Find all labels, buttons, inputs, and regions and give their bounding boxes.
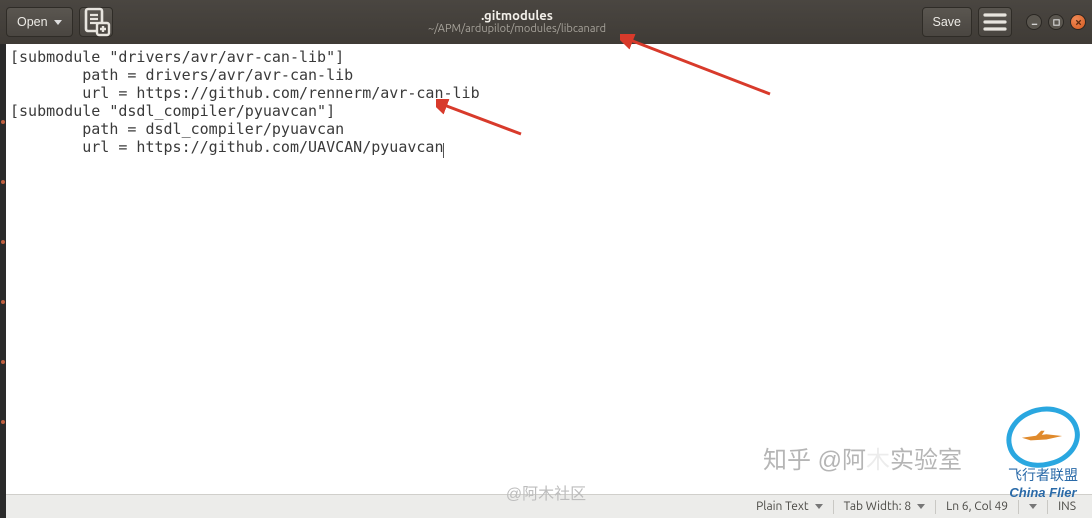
watermark-zhihu: 知乎 @阿木实验室: [763, 440, 962, 475]
save-button[interactable]: Save: [922, 7, 973, 37]
chevron-down-icon: [917, 504, 925, 509]
close-button[interactable]: [1070, 14, 1086, 30]
airplane-icon: [1020, 429, 1064, 443]
maximize-button[interactable]: [1048, 14, 1064, 30]
logo-chinaflier: 飞行者联盟 China Flier: [1006, 407, 1080, 500]
header-bar: Open .gitmodules ~/APM/ardupilot/modules…: [0, 0, 1092, 44]
save-button-label: Save: [933, 15, 962, 29]
new-tab-button[interactable]: [79, 7, 113, 37]
logo-text-cn: 飞行者联盟: [1006, 465, 1080, 485]
desktop-peek: [0, 0, 6, 518]
cursor-position-label: Ln 6, Col 49: [946, 500, 1008, 513]
tab-width-selector[interactable]: Tab Width: 8: [834, 495, 935, 518]
document-path: ~/APM/ardupilot/modules/libcanard: [428, 23, 606, 35]
editor-content[interactable]: [submodule "drivers/avr/avr-can-lib"] pa…: [6, 44, 1092, 160]
minimize-button[interactable]: [1026, 14, 1042, 30]
chevron-down-icon: [815, 504, 823, 509]
new-document-icon: [80, 6, 112, 38]
title-area: .gitmodules ~/APM/ardupilot/modules/libc…: [119, 9, 916, 35]
gedit-window: Open .gitmodules ~/APM/ardupilot/modules…: [0, 0, 1092, 518]
annotation-arrow-1: [620, 34, 780, 104]
hamburger-icon: [979, 6, 1011, 38]
logo-text-en: China Flier: [1006, 485, 1080, 500]
watermark-center: @阿木社区: [506, 480, 586, 504]
open-button-label: Open: [17, 15, 48, 29]
chevron-down-icon: [54, 20, 62, 25]
hamburger-menu-button[interactable]: [978, 7, 1012, 37]
close-icon: [1074, 18, 1083, 27]
tab-width-label: Tab Width: 8: [844, 500, 911, 513]
maximize-icon: [1052, 18, 1061, 27]
insert-mode-label: INS: [1058, 500, 1076, 513]
syntax-mode-selector[interactable]: Plain Text: [746, 495, 833, 518]
chevron-down-icon: [1029, 504, 1037, 509]
annotation-arrow-2: [436, 99, 526, 139]
open-button[interactable]: Open: [6, 7, 73, 37]
minimize-icon: [1030, 18, 1039, 27]
window-controls: [1026, 14, 1086, 30]
syntax-mode-label: Plain Text: [756, 500, 809, 513]
document-title: .gitmodules: [481, 9, 553, 23]
text-editor-area[interactable]: [submodule "drivers/avr/avr-can-lib"] pa…: [6, 44, 1092, 494]
